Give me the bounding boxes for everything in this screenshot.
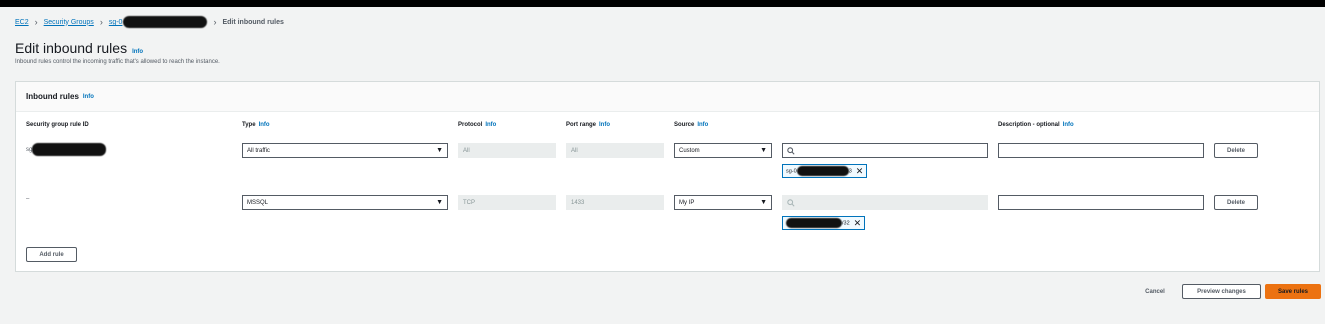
source-select-row-1[interactable]: Custom ▼ bbox=[674, 143, 772, 158]
close-icon[interactable]: ✕ bbox=[856, 166, 864, 177]
port-range-info-link[interactable]: Info bbox=[599, 122, 610, 128]
breadcrumb-ec2[interactable]: EC2 bbox=[15, 19, 29, 26]
token-suffix: 3 bbox=[848, 168, 852, 175]
top-bar bbox=[0, 0, 1325, 7]
source-select-row-2[interactable]: My IP ▼ bbox=[674, 195, 772, 210]
column-header-source: Source Info bbox=[674, 122, 708, 128]
column-header-rule-id: Security group rule ID bbox=[26, 122, 89, 128]
column-label: Protocol bbox=[458, 122, 483, 128]
token-prefix: sg-0 bbox=[786, 168, 797, 175]
type-select-row-1[interactable]: All traffic ▼ bbox=[242, 143, 448, 158]
delete-button-row-2[interactable]: Delete bbox=[1214, 195, 1258, 210]
caret-down-icon: ▼ bbox=[760, 147, 767, 154]
page-title: Edit inbound rules Info bbox=[15, 40, 143, 56]
page-info-link[interactable]: Info bbox=[132, 49, 143, 55]
breadcrumb-security-group[interactable]: sg-0 bbox=[109, 16, 208, 28]
description-input-row-1[interactable] bbox=[998, 143, 1204, 158]
breadcrumb-security-groups[interactable]: Security Groups bbox=[44, 19, 94, 26]
port-range-field-row-2: 1433 bbox=[566, 195, 664, 210]
caret-down-icon: ▼ bbox=[436, 147, 443, 154]
preview-changes-button[interactable]: Preview changes bbox=[1182, 284, 1261, 299]
source-search-input-row-2 bbox=[782, 195, 988, 210]
rule-id-row-2: – bbox=[26, 196, 30, 202]
token-text: sg-0 3 bbox=[786, 166, 852, 176]
source-token-row-2: /32 ✕ bbox=[782, 216, 866, 230]
protocol-value: TCP bbox=[463, 199, 475, 206]
panel-title: Inbound rules bbox=[26, 92, 79, 101]
close-icon[interactable]: ✕ bbox=[854, 218, 862, 229]
column-label: Security group rule ID bbox=[26, 122, 89, 128]
add-rule-button[interactable]: Add rule bbox=[26, 247, 77, 262]
token-value: /32 bbox=[842, 220, 850, 227]
column-header-description: Description - optional Info bbox=[998, 122, 1074, 128]
type-select-row-2[interactable]: MSSQL ▼ bbox=[242, 195, 448, 210]
port-range-value: All bbox=[571, 147, 578, 154]
token-text: /32 bbox=[786, 218, 850, 228]
column-label: Type bbox=[242, 122, 256, 128]
caret-down-icon: ▼ bbox=[436, 199, 443, 206]
caret-down-icon: ▼ bbox=[760, 199, 767, 206]
column-header-type: Type Info bbox=[242, 122, 270, 128]
protocol-field-row-1: All bbox=[458, 143, 556, 158]
protocol-value: All bbox=[463, 147, 470, 154]
inbound-rules-panel: Inbound rules Info Security group rule I… bbox=[15, 81, 1320, 272]
chevron-right-icon: › bbox=[34, 16, 38, 27]
breadcrumb-security-group-id: sg-0 bbox=[108, 18, 123, 26]
port-range-value: 1433 bbox=[571, 199, 585, 206]
redaction-mark bbox=[796, 166, 849, 176]
search-icon bbox=[787, 146, 795, 155]
protocol-field-row-2: TCP bbox=[458, 195, 556, 210]
panel-info-link[interactable]: Info bbox=[83, 94, 94, 100]
source-value: Custom bbox=[679, 147, 700, 154]
search-icon bbox=[787, 198, 795, 207]
type-value: MSSQL bbox=[247, 199, 269, 206]
column-header-port-range: Port range Info bbox=[566, 122, 610, 128]
delete-button-row-1[interactable]: Delete bbox=[1214, 143, 1258, 158]
type-info-link[interactable]: Info bbox=[259, 122, 270, 128]
source-value: My IP bbox=[679, 199, 695, 206]
column-label: Port range bbox=[566, 122, 597, 128]
save-rules-button[interactable]: Save rules bbox=[1265, 284, 1321, 299]
rule-id-row-1: sg- bbox=[26, 143, 107, 156]
page-title-text: Edit inbound rules bbox=[15, 40, 128, 56]
redaction-mark bbox=[786, 218, 842, 228]
source-search-input-row-1[interactable] bbox=[782, 143, 988, 158]
redaction-mark bbox=[123, 16, 208, 28]
cancel-button[interactable]: Cancel bbox=[1138, 284, 1172, 299]
breadcrumb: EC2 › Security Groups › sg-0 › Edit inbo… bbox=[15, 15, 284, 29]
type-value: All traffic bbox=[247, 147, 270, 154]
redaction-mark bbox=[32, 143, 107, 156]
description-info-link[interactable]: Info bbox=[1063, 122, 1074, 128]
source-info-link[interactable]: Info bbox=[697, 122, 708, 128]
column-header-protocol: Protocol Info bbox=[458, 122, 496, 128]
description-input-row-2[interactable] bbox=[998, 195, 1204, 210]
port-range-field-row-1: All bbox=[566, 143, 664, 158]
protocol-info-link[interactable]: Info bbox=[485, 122, 496, 128]
column-label: Source bbox=[674, 122, 695, 128]
source-token-row-1: sg-0 3 ✕ bbox=[782, 164, 868, 178]
page-description: Inbound rules control the incoming traff… bbox=[15, 59, 220, 65]
breadcrumb-current: Edit inbound rules bbox=[222, 18, 284, 26]
chevron-right-icon: › bbox=[213, 16, 217, 27]
chevron-right-icon: › bbox=[99, 16, 103, 27]
panel-header: Inbound rules Info bbox=[16, 82, 1319, 112]
column-label: Description - optional bbox=[998, 122, 1060, 128]
